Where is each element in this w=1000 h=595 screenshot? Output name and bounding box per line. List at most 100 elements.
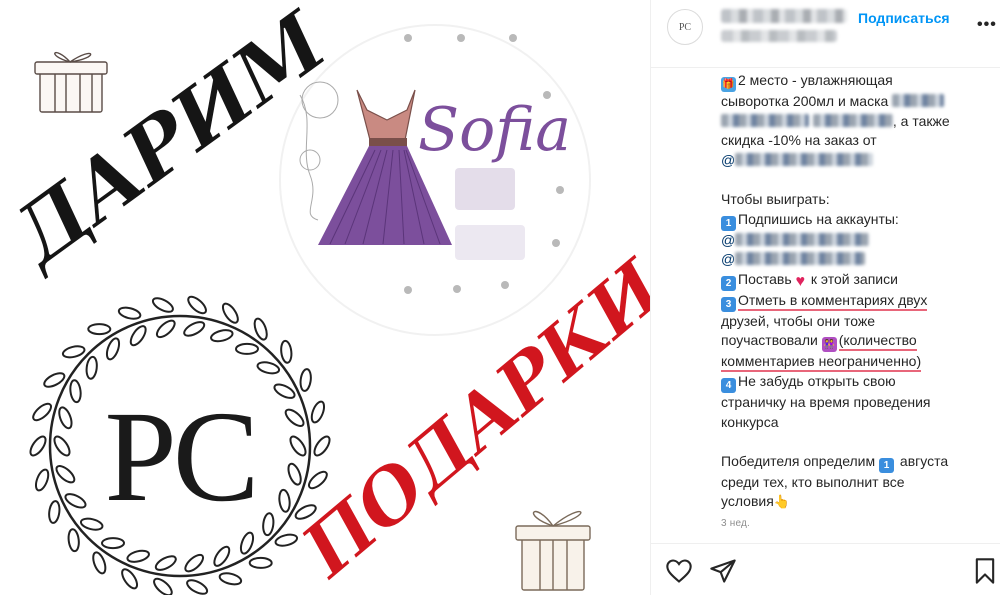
gift-emoji-icon: 🎁 <box>721 77 736 92</box>
wreath-leaf <box>289 435 307 457</box>
wreath-leaf <box>155 319 176 339</box>
avatar-monogram: PC <box>678 21 692 33</box>
caption-line: комментариев неограниченно) <box>721 353 922 373</box>
wreath-leaf <box>284 408 305 427</box>
wreath-leaf <box>92 551 107 575</box>
wreath-leaf <box>129 325 147 347</box>
wreath-leaf <box>69 379 82 404</box>
wreath-leaf <box>126 549 150 563</box>
post-image[interactable]: ДАРИМ Sofia PC ПОДАРКИ <box>0 0 650 595</box>
redacted-mention[interactable] <box>735 232 870 246</box>
caption-line: Чтобы выиграть: <box>721 190 830 207</box>
wreath-leaf <box>67 528 80 553</box>
caption-line: (количество <box>838 332 917 352</box>
redacted-mention[interactable] <box>735 252 866 266</box>
wreath-leaf <box>117 306 142 320</box>
wreath-leaf <box>310 400 326 424</box>
wreath-leaf <box>87 323 112 336</box>
mention-link[interactable]: @ <box>721 232 735 248</box>
wreath-leaf <box>121 568 139 590</box>
gift-box-icon <box>34 51 108 113</box>
caption-line: сыворотка 200мл и маска <box>721 93 893 109</box>
gift-box-icon-bottom <box>515 510 591 591</box>
hand-point-emoji-icon: 👆 <box>773 494 790 510</box>
caption-line: Поставь <box>738 270 796 287</box>
wreath-leaf <box>32 402 53 422</box>
wreath-leaf <box>280 339 293 364</box>
wreath-leaf <box>186 579 209 595</box>
caption-line: среди тех, кто выполнит все <box>721 473 905 490</box>
giveaway-artwork: ДАРИМ Sofia PC ПОДАРКИ <box>0 0 650 595</box>
keycap-3-icon: 3 <box>721 296 736 312</box>
wreath-leaf <box>101 537 125 550</box>
wreath-leaf <box>256 361 281 375</box>
people-emoji-icon: 👭 <box>821 337 837 353</box>
wreath-leaf <box>85 355 98 380</box>
post-side-panel: PC Подписаться ••• 🎁 2 место - увлажняюща… <box>650 0 1000 595</box>
wreath-leaf <box>278 488 291 513</box>
keycap-1-icon: 1 <box>721 215 736 231</box>
wreath-leaf <box>213 545 231 567</box>
more-icon[interactable]: ••• <box>977 16 997 34</box>
caption-line: скидка -10% на заказ от <box>721 132 877 149</box>
wreath-leaf <box>55 465 76 484</box>
wreath-leaf <box>58 406 73 430</box>
follow-button[interactable]: Подписаться <box>858 10 950 26</box>
caption-line: Подпишись на аккаунты: <box>738 210 899 227</box>
post-timestamp[interactable]: 3 нед. <box>721 518 750 529</box>
caption-line: Победителя определим <box>721 452 880 469</box>
wreath-leaf <box>154 555 177 571</box>
monogram: PC <box>104 385 255 529</box>
keycap-2-icon: 2 <box>721 275 736 291</box>
giveaway-title-bottom: ПОДАРКИ <box>285 243 650 595</box>
wreath-leaf <box>262 512 275 537</box>
caption-line: Не забудь открыть свою <box>738 372 896 389</box>
wreath-leaf <box>183 321 206 337</box>
redacted-text <box>721 113 809 127</box>
share-icon[interactable] <box>709 557 737 585</box>
wreath-leaf <box>287 462 302 486</box>
redacted-mention[interactable] <box>735 152 874 166</box>
caption-line: поучаствовали <box>721 332 822 349</box>
heart-icon[interactable] <box>665 557 693 585</box>
wreath-leaf <box>253 317 268 341</box>
wreath-leaf <box>218 572 243 586</box>
wreath-leaf <box>313 435 331 457</box>
wreath-leaf <box>187 295 207 315</box>
wreath-leaf <box>61 345 86 359</box>
wreath-leaf <box>151 297 174 313</box>
caption-line: , а также <box>892 112 950 129</box>
wreath-leaf <box>34 468 50 492</box>
bookmark-icon[interactable] <box>971 557 999 585</box>
mention-link[interactable]: @ <box>721 251 735 267</box>
wreath-leaf <box>53 435 71 457</box>
wreath-leaf <box>48 500 61 524</box>
location-redacted[interactable] <box>721 30 837 42</box>
username-redacted[interactable] <box>721 9 847 23</box>
action-bar <box>651 543 1000 595</box>
caption-line: к этой записи <box>807 270 898 287</box>
keycap-date-icon: 1 <box>879 457 895 473</box>
wreath-leaf <box>248 556 273 569</box>
wreath-leaf <box>273 383 296 399</box>
mention-link[interactable]: @ <box>721 152 735 168</box>
caption-line: условия <box>721 493 774 510</box>
caption-line: 2 место - увлажняющая <box>738 72 893 88</box>
heart-emoji-icon: ♥ <box>795 272 806 290</box>
caption-line: друзей, чтобы они тоже <box>721 312 876 329</box>
wreath-leaf <box>79 517 104 531</box>
caption-line: августа <box>896 452 949 469</box>
caption-line: страничку на время проведения <box>721 393 931 410</box>
wreath-leaf <box>43 372 66 388</box>
wreath-leaf <box>239 531 255 555</box>
caption-line: Отметь в комментариях двух <box>738 291 928 311</box>
brand-name: Sofia <box>418 95 571 165</box>
redacted-text <box>812 113 893 127</box>
blurred-subtitle-2 <box>455 225 525 260</box>
post-header: PC Подписаться ••• <box>651 0 1000 68</box>
wreath-leaf <box>235 342 259 355</box>
wreath-leaf <box>221 302 239 324</box>
wreath-leaf <box>210 329 234 343</box>
avatar[interactable]: PC <box>667 9 703 45</box>
redacted-text <box>892 94 945 107</box>
